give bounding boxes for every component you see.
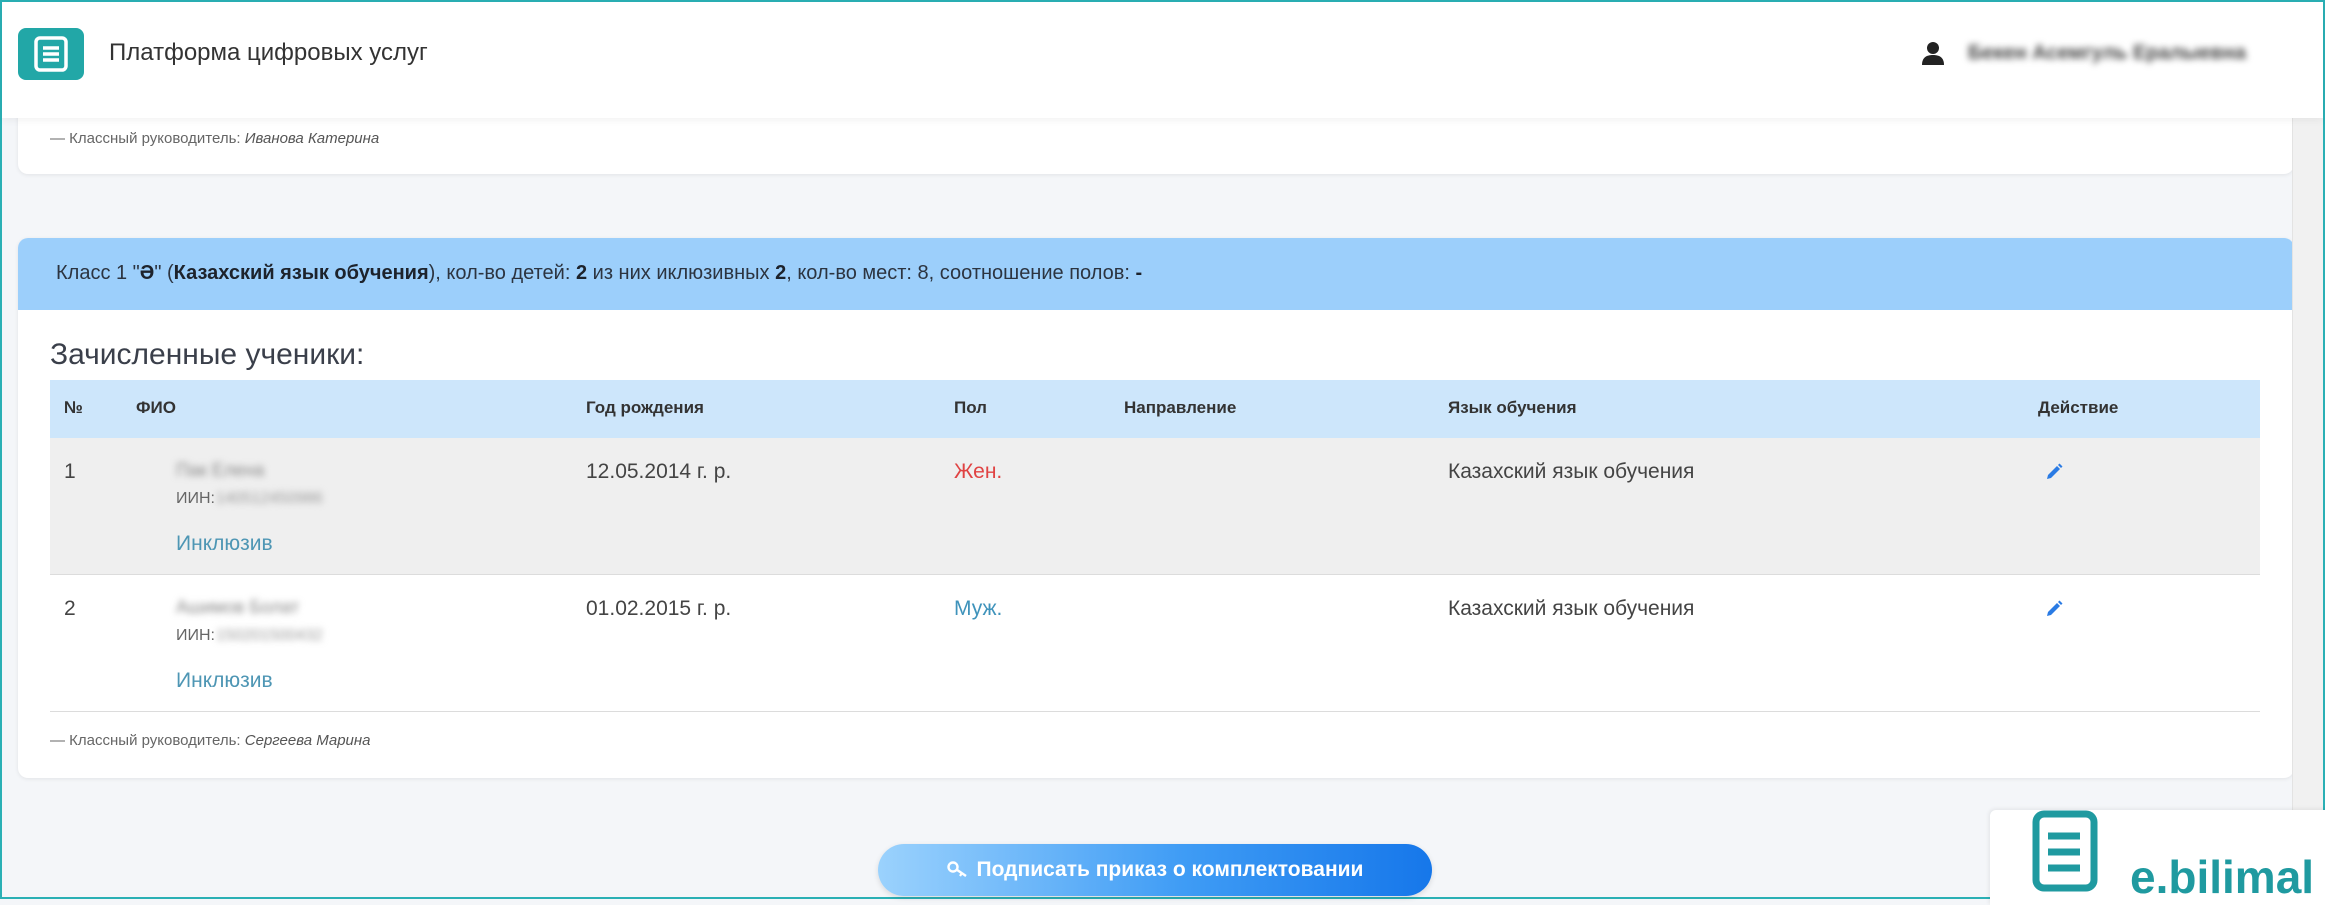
student-name[interactable]: Ашимов Болат [176,597,299,618]
sex-value: Жен. [954,460,1003,483]
children-count: 2 [575,262,588,284]
birth-date: 01.02.2015 г. р. [586,597,732,620]
key-icon [946,861,967,877]
class-teacher-name: Иванова Катерина [244,130,380,147]
iin-value: 150201500432 [216,627,323,644]
iin-label: ИИН: [176,490,215,507]
class-teacher-name: Сергеева Марина [244,732,371,749]
col-action: Действие [2038,398,2119,417]
class-teacher-label: — Классный руководитель: [50,732,241,749]
class-summary: Класс 1 "Ә" (Казахский язык обучения), к… [56,262,1143,284]
brand-badge: e.bilimal [1990,810,2325,905]
table-header: № ФИО Год рождения Пол Направление Язык … [50,380,2260,438]
sex-value: Муж. [954,597,1003,620]
inclusive-count: 2 [775,262,787,284]
sign-order-button[interactable]: Подписать приказ о комплектовании [878,844,1432,896]
class-teacher-note: — Классный руководитель: Сергеева Марина [50,732,371,749]
class-language: Казахский язык обучения [173,262,429,284]
user-name[interactable]: Бекен Асемгуль Ералыевна [1968,42,2246,65]
iin-label: ИИН: [176,627,215,644]
student-name[interactable]: Пак Елена [176,460,264,481]
language-value: Казахский язык обучения [1448,597,1695,620]
birth-date: 12.05.2014 г. р. [586,460,732,483]
user-icon[interactable] [1920,40,1946,66]
language-value: Казахский язык обучения [1448,460,1695,483]
class-header: Класс 1 "Ә" (Казахский язык обучения), к… [18,238,2294,310]
row-num: 1 [64,460,76,483]
class-teacher-label: — Классный руководитель: [50,130,241,147]
col-language: Язык обучения [1448,398,1577,417]
class-letter: Ә [139,262,155,284]
section-title: Зачисленные ученики: [50,338,365,371]
row-num: 2 [64,597,76,620]
class-card: Класс 1 "Ә" (Казахский язык обучения), к… [18,238,2294,778]
inclusive-tag: Инклюзив [176,532,273,555]
class-teacher-note: — Классный руководитель: Иванова Катерин… [50,130,379,147]
pencil-icon[interactable] [2044,599,2064,619]
brand-logo-icon [2032,810,2098,892]
iin-value: 140512450986 [216,490,323,507]
col-name: ФИО [136,398,176,417]
scrollbar[interactable] [2292,118,2323,899]
pencil-icon[interactable] [2044,462,2064,482]
logo-icon[interactable] [18,28,84,80]
sign-order-label: Подписать приказ о комплектовании [976,858,1364,881]
table-row: 2 Ашимов Болат ИИН: 150201500432 Инклюзи… [50,575,2260,712]
col-birth: Год рождения [586,398,704,417]
brand-name: e.bilimal [2130,851,2315,903]
table-row: 1 Пак Елена ИИН: 140512450986 Инклюзив 1… [50,438,2260,575]
top-navbar: Платформа цифровых услуг Бекен Асемгуль … [2,2,2323,118]
col-sex: Пол [954,398,987,417]
col-direction: Направление [1124,398,1237,417]
students-table: № ФИО Год рождения Пол Направление Язык … [50,380,2260,712]
gender-ratio: - [1135,262,1143,284]
app-title: Платформа цифровых услуг [109,39,428,66]
inclusive-tag: Инклюзив [176,669,273,692]
col-num: № [64,398,83,417]
